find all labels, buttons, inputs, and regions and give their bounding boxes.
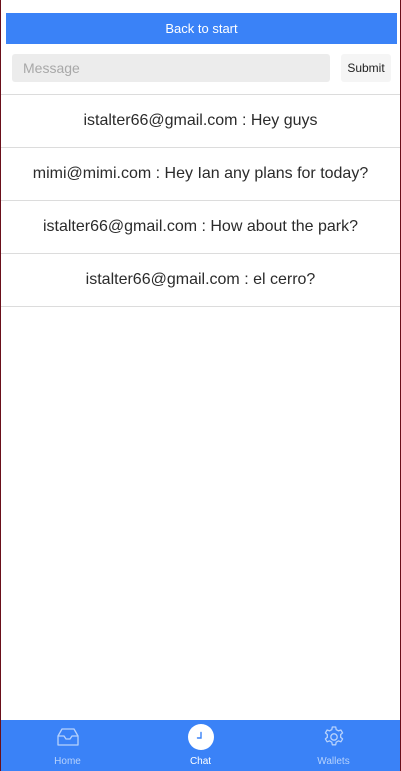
message-text: istalter66@gmail.com : el cerro? bbox=[85, 271, 316, 288]
submit-button[interactable]: Submit bbox=[341, 54, 391, 82]
message-list: istalter66@gmail.com : Hey guys mimi@mim… bbox=[1, 94, 400, 307]
inbox-icon bbox=[55, 724, 81, 750]
back-to-start-button[interactable]: Back to start bbox=[6, 13, 397, 44]
tab-wallets[interactable]: Wallets bbox=[267, 720, 400, 771]
message-item: mimi@mimi.com : Hey Ian any plans for to… bbox=[1, 148, 400, 201]
tab-home[interactable]: Home bbox=[1, 720, 134, 771]
tab-bar: Home Chat Wallets bbox=[1, 720, 400, 771]
back-to-start-label: Back to start bbox=[165, 21, 238, 36]
message-item: istalter66@gmail.com : el cerro? bbox=[1, 254, 400, 307]
message-item: istalter66@gmail.com : How about the par… bbox=[1, 201, 400, 254]
compose-bar: Submit bbox=[1, 44, 400, 94]
message-text: mimi@mimi.com : Hey Ian any plans for to… bbox=[32, 165, 369, 182]
message-item: istalter66@gmail.com : Hey guys bbox=[1, 95, 400, 148]
submit-label: Submit bbox=[347, 61, 385, 75]
tab-home-label: Home bbox=[54, 756, 81, 767]
clock-icon bbox=[187, 724, 214, 750]
chat-screen: Back to start Submit istalter66@gmail.co… bbox=[1, 0, 400, 771]
tab-wallets-label: Wallets bbox=[317, 756, 350, 767]
gear-icon bbox=[321, 724, 347, 750]
message-text: istalter66@gmail.com : Hey guys bbox=[83, 112, 318, 129]
tab-chat[interactable]: Chat bbox=[134, 720, 267, 771]
tab-chat-label: Chat bbox=[189, 756, 212, 767]
message-input[interactable] bbox=[12, 54, 330, 82]
message-text: istalter66@gmail.com : How about the par… bbox=[42, 218, 359, 235]
